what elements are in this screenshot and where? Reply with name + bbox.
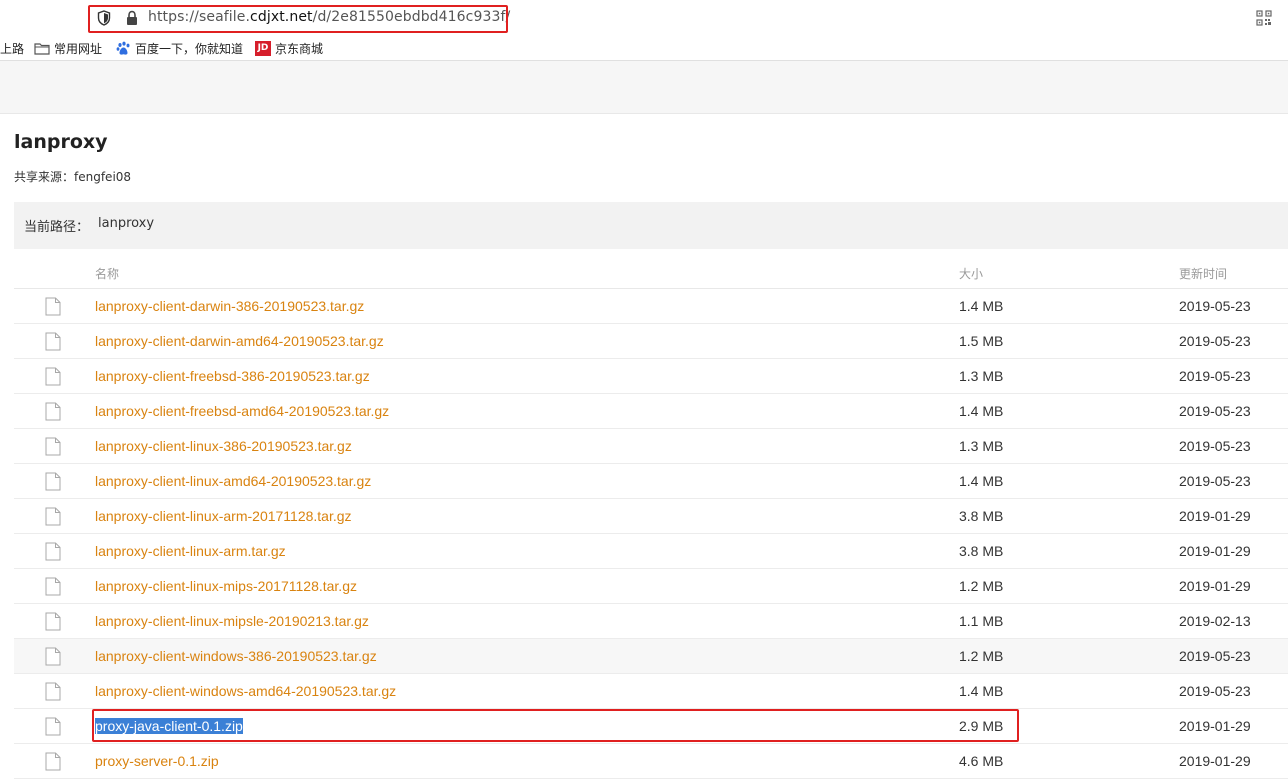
- file-table: 名称 大小 更新时间 lanproxy-client-darwin-386-20…: [14, 254, 1288, 779]
- file-name-link[interactable]: lanproxy-client-linux-386-20190523.tar.g…: [95, 438, 352, 454]
- file-name-link[interactable]: lanproxy-client-windows-amd64-20190523.t…: [95, 683, 396, 699]
- folder-icon: [34, 43, 50, 55]
- file-modified-time: 2019-05-23: [1179, 368, 1251, 384]
- file-modified-time: 2019-01-29: [1179, 578, 1251, 594]
- file-name-link[interactable]: lanproxy-client-linux-mips-20171128.tar.…: [95, 578, 357, 594]
- file-size: 3.8 MB: [959, 508, 1004, 524]
- file-modified-time: 2019-05-23: [1179, 438, 1251, 454]
- column-header-name[interactable]: 名称: [95, 265, 119, 282]
- jd-logo-icon: JD: [255, 41, 271, 56]
- file-modified-time: 2019-01-29: [1179, 718, 1251, 734]
- file-icon: [45, 507, 61, 526]
- url-annotation-box: [88, 5, 508, 33]
- file-size: 3.8 MB: [959, 543, 1004, 559]
- file-icon: [45, 752, 61, 771]
- file-modified-time: 2019-05-23: [1179, 683, 1251, 699]
- table-row[interactable]: lanproxy-client-linux-arm.tar.gz 3.8 MB 20…: [14, 534, 1288, 569]
- table-row[interactable]: lanproxy-client-windows-amd64-20190523.t…: [14, 674, 1288, 709]
- file-modified-time: 2019-05-23: [1179, 298, 1251, 314]
- table-row[interactable]: lanproxy-client-darwin-amd64-20190523.ta…: [14, 324, 1288, 359]
- file-name-link[interactable]: lanproxy-client-windows-386-20190523.tar…: [95, 648, 377, 664]
- file-icon: [45, 682, 61, 701]
- file-modified-time: 2019-01-29: [1179, 508, 1251, 524]
- file-name-link[interactable]: lanproxy-client-linux-arm-20171128.tar.g…: [95, 508, 352, 524]
- file-size: 1.5 MB: [959, 333, 1004, 349]
- file-size: 1.4 MB: [959, 403, 1004, 419]
- file-modified-time: 2019-05-23: [1179, 648, 1251, 664]
- file-modified-time: 2019-01-29: [1179, 753, 1251, 769]
- table-row[interactable]: lanproxy-client-linux-mipsle-20190213.ta…: [14, 604, 1288, 639]
- breadcrumb: 当前路径： lanproxy: [14, 202, 1288, 249]
- table-row[interactable]: lanproxy-client-linux-arm-20171128.tar.g…: [14, 499, 1288, 534]
- shared-by-text: 共享来源：fengfei08: [14, 170, 132, 184]
- bookmark-item[interactable]: 上路: [0, 40, 24, 57]
- file-name-link[interactable]: lanproxy-client-darwin-amd64-20190523.ta…: [95, 333, 384, 349]
- file-modified-time: 2019-01-29: [1179, 543, 1251, 559]
- file-size: 1.1 MB: [959, 613, 1004, 629]
- table-row[interactable]: lanproxy-client-linux-386-20190523.tar.g…: [14, 429, 1288, 464]
- table-row[interactable]: lanproxy-client-freebsd-amd64-20190523.t…: [14, 394, 1288, 429]
- table-row[interactable]: lanproxy-client-windows-386-20190523.tar…: [14, 639, 1288, 674]
- table-row[interactable]: lanproxy-client-linux-amd64-20190523.tar…: [14, 464, 1288, 499]
- page-title: lanproxy: [14, 131, 108, 153]
- breadcrumb-item-lanproxy[interactable]: lanproxy: [98, 216, 154, 231]
- file-size: 2.9 MB: [959, 718, 1004, 734]
- file-name-link[interactable]: lanproxy-client-darwin-386-20190523.tar.…: [95, 298, 364, 314]
- file-name-link[interactable]: lanproxy-client-freebsd-386-20190523.tar…: [95, 368, 370, 384]
- file-name-link[interactable]: lanproxy-client-linux-amd64-20190523.tar…: [95, 473, 371, 489]
- file-icon: [45, 297, 61, 316]
- file-icon: [45, 367, 61, 386]
- file-icon: [45, 332, 61, 351]
- file-icon: [45, 437, 61, 456]
- table-row[interactable]: lanproxy-client-darwin-386-20190523.tar.…: [14, 289, 1288, 324]
- file-size: 1.4 MB: [959, 298, 1004, 314]
- file-size: 1.4 MB: [959, 683, 1004, 699]
- file-modified-time: 2019-05-23: [1179, 403, 1251, 419]
- file-icon: [45, 577, 61, 596]
- bookmark-item[interactable]: 常用网址: [34, 40, 102, 57]
- file-size: 1.2 MB: [959, 578, 1004, 594]
- file-name-link[interactable]: lanproxy-client-linux-arm.tar.gz: [95, 543, 286, 559]
- file-size: 1.3 MB: [959, 368, 1004, 384]
- file-icon: [45, 612, 61, 631]
- table-row[interactable]: proxy-server-0.1.zip 4.6 MB 2019-01-29: [14, 744, 1288, 779]
- file-size: 1.2 MB: [959, 648, 1004, 664]
- table-row[interactable]: lanproxy-client-freebsd-386-20190523.tar…: [14, 359, 1288, 394]
- baidu-paw-icon: [116, 41, 130, 55]
- table-row[interactable]: proxy-java-client-0.1.zip 2.9 MB 2019-01-2…: [14, 709, 1288, 744]
- bookmark-item[interactable]: JD 京东商城: [255, 40, 323, 57]
- bookmark-label: 上路: [0, 42, 25, 56]
- table-row[interactable]: lanproxy-client-linux-mips-20171128.tar.…: [14, 569, 1288, 604]
- file-name-link[interactable]: proxy-java-client-0.1.zip: [95, 718, 243, 734]
- file-name-link[interactable]: lanproxy-client-linux-mipsle-20190213.ta…: [95, 613, 369, 629]
- file-size: 4.6 MB: [959, 753, 1004, 769]
- address-bar: https://seafile.cdjxt.net/d/2e81550ebdbd…: [0, 0, 1288, 37]
- file-name-link[interactable]: proxy-server-0.1.zip: [95, 753, 219, 769]
- file-name-link[interactable]: lanproxy-client-freebsd-amd64-20190523.t…: [95, 403, 389, 419]
- column-header-time[interactable]: 更新时间: [1179, 265, 1227, 282]
- file-modified-time: 2019-02-13: [1179, 613, 1251, 629]
- site-header: [0, 61, 1288, 114]
- bookmarks-bar: 上路 常用网址 百度一下，你就知道 JD 京东商城: [0, 36, 1288, 61]
- file-icon: [45, 717, 61, 736]
- bookmark-label: 常用网址: [54, 42, 103, 56]
- file-size: 1.4 MB: [959, 473, 1004, 489]
- file-icon: [45, 472, 61, 491]
- bookmark-item[interactable]: 百度一下，你就知道: [116, 40, 243, 57]
- bookmark-label: 百度一下，你就知道: [135, 42, 244, 56]
- file-size: 1.3 MB: [959, 438, 1004, 454]
- qr-code-icon[interactable]: [1256, 10, 1272, 26]
- file-modified-time: 2019-05-23: [1179, 333, 1251, 349]
- table-header: 名称 大小 更新时间: [14, 254, 1288, 289]
- breadcrumb-label: 当前路径：: [24, 220, 90, 235]
- file-modified-time: 2019-05-23: [1179, 473, 1251, 489]
- bookmark-label: 京东商城: [275, 42, 324, 56]
- column-header-size[interactable]: 大小: [959, 265, 983, 282]
- file-icon: [45, 647, 61, 666]
- file-icon: [45, 402, 61, 421]
- file-icon: [45, 542, 61, 561]
